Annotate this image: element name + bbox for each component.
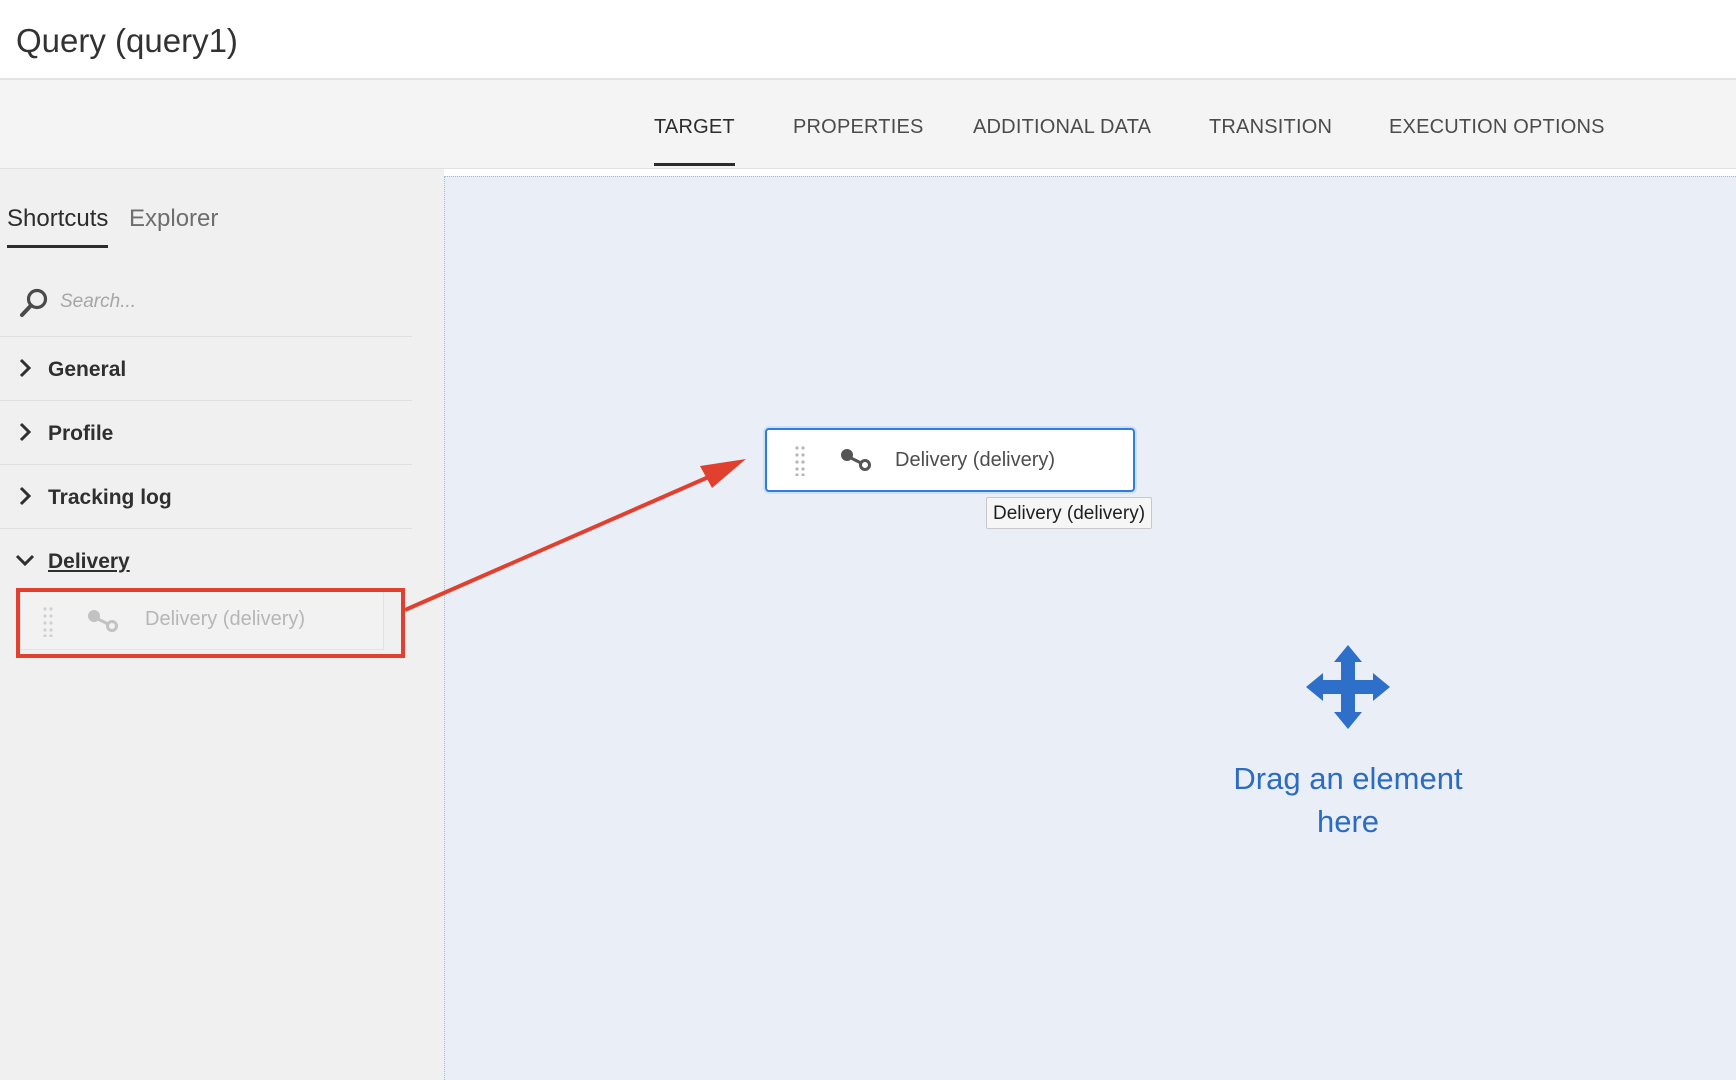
sidebar-tab-shortcuts[interactable]: Shortcuts [7, 205, 109, 248]
section-label: Delivery [48, 550, 130, 573]
search-bar [0, 265, 412, 337]
search-icon [20, 288, 48, 317]
section-label: General [48, 358, 127, 381]
canvas-node-label: Delivery (delivery) [895, 449, 1056, 471]
window-title: Query (query1) [16, 22, 238, 59]
query-canvas[interactable] [444, 176, 1736, 1080]
tab-properties[interactable]: PROPERTIES [793, 116, 924, 163]
drop-hint-line-1: Drag an element [1233, 761, 1463, 796]
shortcut-item-delivery[interactable]: Delivery (delivery) [20, 590, 384, 650]
sidebar-section-general[interactable]: General [0, 337, 412, 401]
chevron-down-icon [15, 554, 35, 567]
search-input[interactable] [60, 285, 390, 319]
chevron-right-icon [19, 486, 32, 506]
tab-additional-data[interactable]: ADDITIONAL DATA [973, 116, 1151, 163]
section-label: Tracking log [48, 486, 172, 509]
drop-hint-text: Drag an element here [1210, 757, 1486, 843]
sidebar-tab-explorer[interactable]: Explorer [129, 205, 218, 245]
tab-target[interactable]: TARGET [654, 116, 735, 166]
canvas-node-delivery[interactable]: Delivery (delivery) [765, 428, 1135, 492]
sidebar-section-delivery[interactable]: Delivery [0, 529, 412, 593]
link-icon [841, 449, 871, 471]
section-label: Profile [48, 422, 114, 445]
sidebar-section-tracking-log[interactable]: Tracking log [0, 465, 412, 529]
drop-hint-line-2: here [1316, 804, 1380, 839]
drop-zone[interactable]: Drag an element here [1210, 645, 1486, 843]
drag-handle-icon[interactable] [795, 446, 805, 476]
title-bar: Query (query1) [0, 0, 1736, 80]
drag-handle-icon[interactable] [43, 607, 53, 637]
tab-execution-options[interactable]: EXECUTION OPTIONS [1389, 116, 1605, 163]
tab-transition[interactable]: TRANSITION [1209, 116, 1332, 163]
move-icon [1306, 645, 1390, 729]
shortcut-item-label: Delivery (delivery) [145, 608, 306, 630]
tooltip: Delivery (delivery) [986, 497, 1153, 529]
sidebar: Shortcuts Explorer General Profile Track… [0, 169, 444, 1080]
chevron-right-icon [19, 422, 32, 442]
main-tab-bar: TARGET PROPERTIES ADDITIONAL DATA TRANSI… [0, 80, 1736, 169]
chevron-right-icon [19, 358, 32, 378]
link-icon [88, 610, 118, 632]
sidebar-section-profile[interactable]: Profile [0, 401, 412, 465]
